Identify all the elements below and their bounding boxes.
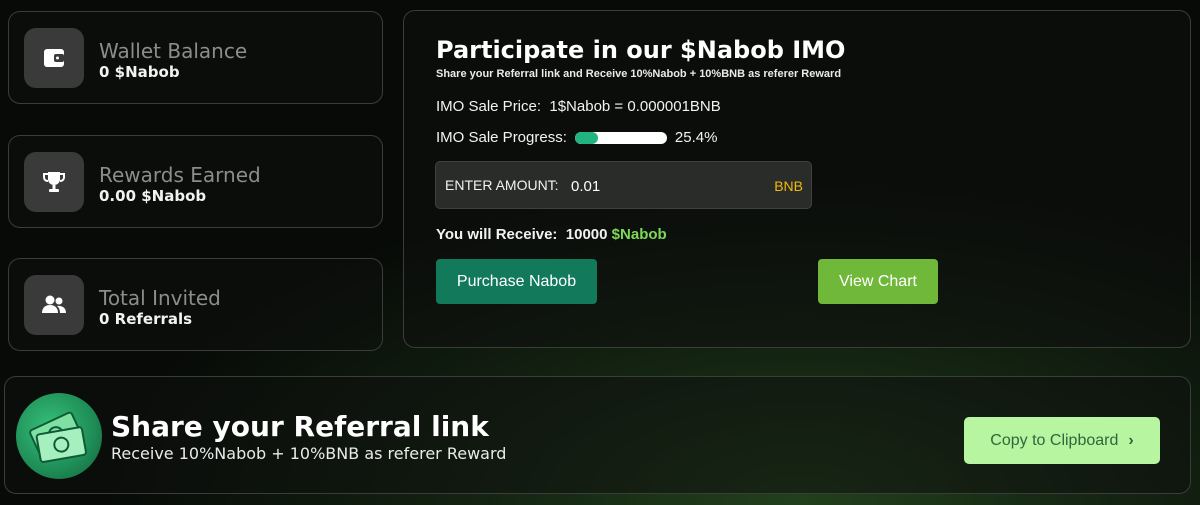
imo-title: Participate in our $Nabob IMO (436, 36, 846, 64)
total-invited-value: 0 Referrals (99, 310, 193, 328)
referral-card: Share your Referral link Receive 10%Nabo… (4, 376, 1191, 494)
rewards-earned-value: 0.00 $Nabob (99, 187, 207, 205)
wallet-balance-value: 0 $Nabob (99, 63, 180, 81)
copy-to-clipboard-button[interactable]: Copy to Clipboard › (964, 417, 1160, 464)
purchase-button[interactable]: Purchase Nabob (436, 259, 597, 304)
wallet-balance-card: Wallet Balance 0 $Nabob (8, 11, 383, 104)
sale-progress-label: IMO Sale Progress: (436, 129, 567, 146)
users-icon (24, 275, 84, 335)
referral-title: Share your Referral link (111, 410, 489, 443)
imo-subtitle: Share your Referral link and Receive 10%… (436, 68, 842, 80)
rewards-earned-card: Rewards Earned 0.00 $Nabob (8, 135, 383, 228)
sale-price-value: 1$Nabob = 0.000001BNB (549, 98, 721, 115)
amount-unit: BNB (774, 178, 803, 194)
total-invited-title: Total Invited (99, 286, 221, 310)
receive-amount: 10000 (565, 226, 608, 243)
sale-price-label: IMO Sale Price: (436, 98, 542, 115)
total-invited-card: Total Invited 0 Referrals (8, 258, 383, 351)
imo-card: Participate in our $Nabob IMO Share your… (403, 10, 1191, 348)
sale-progress-line: IMO Sale Progress: 25.4% (436, 129, 717, 146)
amount-input-box[interactable]: ENTER AMOUNT: BNB (435, 161, 812, 209)
receive-label: You will Receive: (436, 226, 558, 243)
chevron-right-icon: › (1128, 431, 1134, 449)
sale-progress-fill (574, 131, 599, 144)
sale-progress-percent: 25.4% (674, 129, 718, 146)
sale-progress-bar (574, 131, 667, 144)
receive-token: $Nabob (611, 226, 667, 243)
receive-line: You will Receive: 10000 $Nabob (436, 226, 667, 243)
rewards-earned-title: Rewards Earned (99, 163, 261, 187)
copy-button-label: Copy to Clipboard (990, 431, 1119, 449)
money-stack-icon (16, 393, 102, 479)
trophy-icon (24, 152, 84, 212)
wallet-icon (24, 28, 84, 88)
amount-label: ENTER AMOUNT: (445, 177, 559, 193)
view-chart-button[interactable]: View Chart (818, 259, 938, 304)
sale-price-line: IMO Sale Price: 1$Nabob = 0.000001BNB (436, 98, 721, 115)
wallet-balance-title: Wallet Balance (99, 39, 248, 63)
referral-subtitle: Receive 10%Nabob + 10%BNB as referer Rew… (111, 444, 507, 463)
amount-input[interactable] (569, 173, 763, 199)
